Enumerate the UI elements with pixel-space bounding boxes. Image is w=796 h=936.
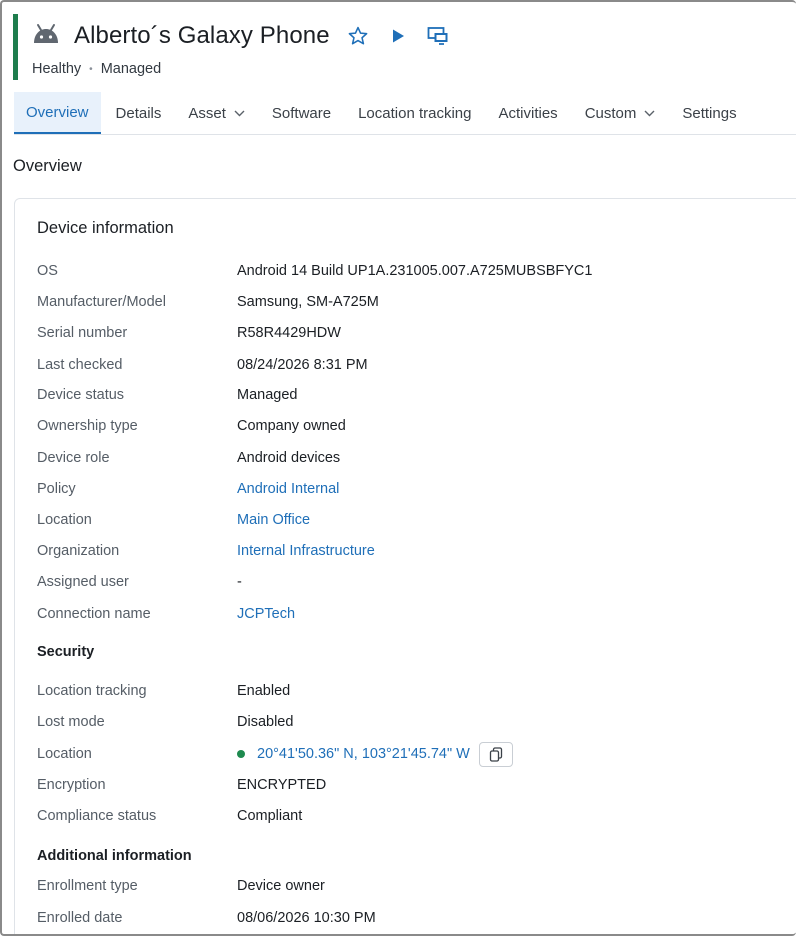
row-label: Ownership type: [37, 418, 138, 434]
coordinates-wrap: 20°41'50.36" N, 103°21'45.74" W: [237, 741, 513, 767]
row-value: Company owned: [237, 418, 346, 434]
health-status: Healthy: [32, 61, 82, 77]
row-value: ENCRYPTED: [237, 777, 327, 793]
tab-bar: Overview Details Asset Software Location…: [14, 92, 796, 135]
row-value: 08/24/2026 8:31 PM: [237, 357, 368, 373]
row-label: Policy: [37, 481, 76, 497]
tab-custom[interactable]: Custom: [573, 92, 668, 134]
connection-name-link[interactable]: JCPTech: [237, 606, 295, 622]
row-label: Assigned user: [37, 574, 129, 590]
additional-information-heading: Additional information: [37, 848, 192, 864]
device-info-card: Device information OS Android 14 Build U…: [14, 198, 796, 934]
device-header: Alberto´s Galaxy Phone: [32, 16, 450, 56]
android-icon: [32, 23, 74, 50]
title-actions: [346, 24, 450, 48]
copy-icon: [489, 746, 503, 762]
tab-activities[interactable]: Activities: [487, 92, 570, 134]
tab-label: Custom: [584, 104, 637, 122]
tab-label: Software: [271, 104, 332, 122]
info-row-policy: Policy Android Internal: [37, 478, 737, 500]
row-label: OS: [37, 263, 58, 279]
tab-label: Overview: [26, 103, 89, 121]
policy-link[interactable]: Android Internal: [237, 481, 339, 497]
security-row-encryption: Encryption ENCRYPTED: [37, 774, 737, 796]
row-label: Connection name: [37, 606, 151, 622]
row-label: Lost mode: [37, 714, 105, 730]
row-label: Location tracking: [37, 683, 147, 699]
tab-location-tracking[interactable]: Location tracking: [346, 92, 483, 134]
star-outline-icon[interactable]: [346, 24, 370, 48]
info-row-location: Location Main Office: [37, 509, 737, 531]
additional-row-enrollment-type: Enrollment type Device owner: [37, 875, 737, 897]
organization-link[interactable]: Internal Infrastructure: [237, 543, 375, 559]
play-icon[interactable]: [386, 24, 410, 48]
page-section-title: Overview: [13, 157, 82, 175]
row-value: R58R4429HDW: [237, 325, 341, 341]
info-row-organization: Organization Internal Infrastructure: [37, 540, 737, 562]
chevron-down-icon: [234, 110, 245, 116]
tab-settings[interactable]: Settings: [670, 92, 748, 134]
row-label: Enrollment type: [37, 878, 138, 894]
tab-label: Asset: [188, 104, 226, 122]
tab-software[interactable]: Software: [260, 92, 343, 134]
info-row-manufacturer-model: Manufacturer/Model Samsung, SM-A725M: [37, 291, 737, 313]
row-value: 08/06/2026 10:30 PM: [237, 910, 376, 926]
security-row-location: Location 20°41'50.36" N, 103°21'45.74" W: [37, 741, 737, 767]
row-label: Serial number: [37, 325, 128, 341]
info-row-assigned-user: Assigned user -: [37, 571, 737, 593]
row-value: Disabled: [237, 714, 294, 730]
additional-row-enrolled-date: Enrolled date 08/06/2026 10:30 PM: [37, 907, 737, 929]
tab-asset[interactable]: Asset: [176, 92, 257, 134]
tab-label: Settings: [682, 104, 737, 122]
tab-label: Location tracking: [358, 104, 472, 122]
tab-details[interactable]: Details: [104, 92, 174, 134]
row-label: Device status: [37, 387, 125, 403]
tab-label: Details: [115, 104, 162, 122]
row-label: Organization: [37, 543, 120, 559]
info-row-device-status: Device status Managed: [37, 384, 737, 406]
row-value: Enabled: [237, 683, 291, 699]
remote-control-icon[interactable]: [426, 24, 450, 48]
row-label: Last checked: [37, 357, 123, 373]
security-heading: Security: [37, 644, 95, 660]
security-row-compliance-status: Compliance status Compliant: [37, 805, 737, 827]
device-title: Alberto´s Galaxy Phone: [74, 22, 330, 49]
info-row-serial-number: Serial number R58R4429HDW: [37, 322, 737, 344]
row-value: Managed: [237, 387, 298, 403]
security-row-location-tracking: Location tracking Enabled: [37, 680, 737, 702]
row-label: Compliance status: [37, 808, 157, 824]
chevron-down-icon: [644, 110, 655, 116]
tab-label: Activities: [498, 104, 558, 122]
management-status: Managed: [100, 61, 162, 77]
location-link[interactable]: Main Office: [237, 512, 310, 528]
info-row-connection-name: Connection name JCPTech: [37, 603, 737, 625]
location-status-dot: [237, 750, 245, 758]
row-label: Encryption: [37, 777, 106, 793]
status-separator: •: [89, 63, 93, 75]
info-row-device-role: Device role Android devices: [37, 447, 737, 469]
health-status-bar: [13, 14, 18, 80]
coordinates-link[interactable]: 20°41'50.36" N, 103°21'45.74" W: [257, 746, 470, 762]
row-value: Android 14 Build UP1A.231005.007.A725MUB…: [237, 263, 593, 279]
row-label: Manufacturer/Model: [37, 294, 166, 310]
row-value: Compliant: [237, 808, 303, 824]
row-label: Location: [37, 512, 92, 528]
device-information-heading: Device information: [37, 219, 174, 237]
info-row-ownership-type: Ownership type Company owned: [37, 415, 737, 437]
security-row-lost-mode: Lost mode Disabled: [37, 711, 737, 733]
row-value: Samsung, SM-A725M: [237, 294, 379, 310]
info-row-last-checked: Last checked 08/24/2026 8:31 PM: [37, 354, 737, 376]
row-label: Location: [37, 746, 92, 762]
device-status-line: Healthy • Managed: [32, 61, 161, 77]
row-label: Enrolled date: [37, 910, 123, 926]
device-overview-page: Alberto´s Galaxy Phone Healthy • Managed: [0, 0, 796, 936]
row-value: Device owner: [237, 878, 325, 894]
info-row-os: OS Android 14 Build UP1A.231005.007.A725…: [37, 260, 737, 282]
row-value: Android devices: [237, 450, 341, 466]
row-label: Device role: [37, 450, 110, 466]
copy-button[interactable]: [478, 741, 513, 767]
tab-overview[interactable]: Overview: [14, 92, 101, 134]
row-value: -: [237, 574, 242, 590]
